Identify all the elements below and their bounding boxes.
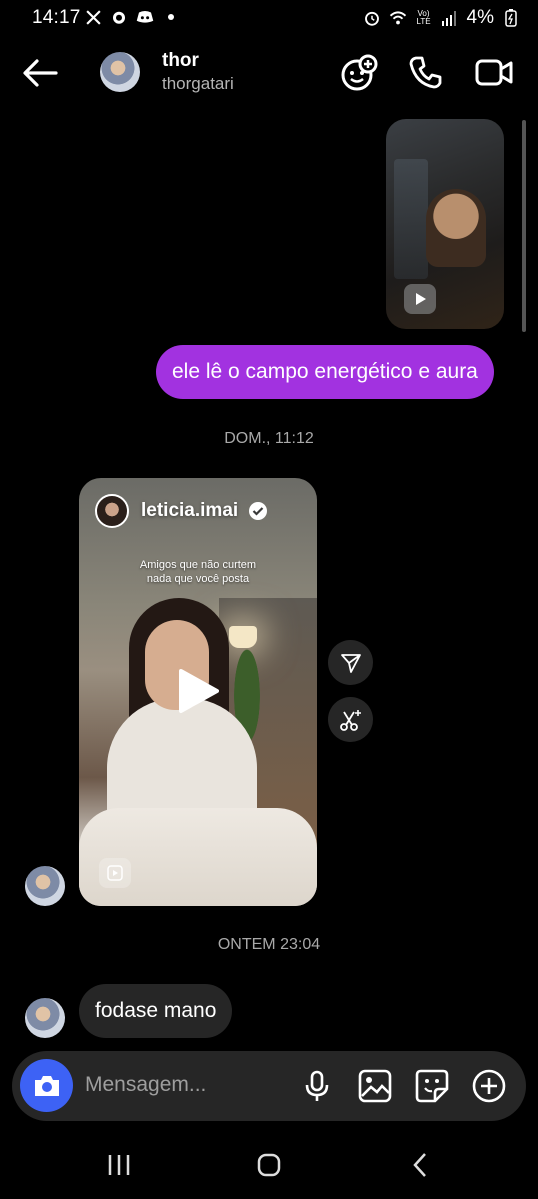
reel-author-name[interactable]: leticia.imai [141, 500, 238, 522]
x-app-icon [84, 8, 102, 26]
reel-play-icon[interactable] [177, 668, 219, 714]
scrollbar[interactable] [522, 120, 526, 332]
send-icon [340, 653, 361, 673]
scissors-sparkle-icon [339, 709, 361, 731]
share-reel-button[interactable] [328, 640, 373, 685]
home-button[interactable] [254, 1150, 284, 1180]
contact-avatar-small[interactable] [25, 998, 65, 1038]
camera-button[interactable] [20, 1059, 73, 1112]
chevron-left-icon [413, 1153, 426, 1177]
alarm-icon [363, 9, 381, 27]
video-camera-icon [475, 59, 513, 86]
reel-caption: Amigos que não curtem nada que você post… [139, 559, 257, 585]
message-timestamp: ONTEM 23:04 [217, 936, 321, 953]
reel-author-avatar[interactable] [95, 494, 129, 528]
contact-username[interactable]: thorgatari [162, 74, 234, 94]
contact-name[interactable]: thor [162, 50, 199, 72]
system-back-button[interactable] [406, 1150, 436, 1180]
video-call-button[interactable] [474, 54, 514, 94]
signal-icon [441, 9, 459, 27]
alarm-notification-icon [110, 8, 128, 26]
home-icon [257, 1153, 281, 1177]
battery-icon [502, 9, 520, 27]
sticker-icon [415, 1069, 449, 1103]
more-options-button[interactable] [472, 1069, 506, 1103]
microphone-icon [305, 1070, 329, 1101]
status-time: 14:17 [32, 7, 81, 28]
back-button[interactable] [20, 56, 60, 90]
sent-message-bubble[interactable]: ele lê o campo energético e aura [156, 345, 494, 399]
gallery-button[interactable] [358, 1069, 392, 1103]
network-label: Vo) LTE [416, 9, 431, 26]
message-timestamp: DOM., 11:12 [224, 430, 314, 447]
battery-percent: 4% [466, 7, 494, 28]
sent-video-message[interactable] [386, 119, 504, 329]
wifi-icon [389, 9, 407, 27]
phone-icon [409, 56, 442, 89]
voice-message-button[interactable] [300, 1069, 334, 1103]
contact-avatar-small[interactable] [25, 866, 65, 906]
recent-apps-button[interactable] [104, 1150, 134, 1180]
add-sticker-emoji-button[interactable] [340, 54, 380, 94]
audio-call-button[interactable] [408, 54, 448, 94]
verified-badge-icon [249, 502, 267, 520]
image-icon [358, 1069, 392, 1103]
message-input[interactable]: Mensagem... [85, 1073, 206, 1097]
message-composer: Mensagem... [12, 1051, 526, 1121]
reels-icon [107, 865, 123, 881]
contact-avatar[interactable] [100, 52, 140, 92]
reel-badge [99, 858, 131, 888]
remix-reel-button[interactable] [328, 697, 373, 742]
received-message-bubble[interactable]: fodase mano [79, 984, 233, 1038]
system-nav-bar [0, 1130, 538, 1199]
status-bar: 14:17 Vo) LTE 4% [0, 0, 538, 36]
sticker-button[interactable] [415, 1069, 449, 1103]
more-notifications-dot-icon [162, 8, 180, 26]
discord-icon [136, 8, 154, 26]
arrow-left-icon [23, 59, 58, 87]
chat-header: thor thorgatari [0, 40, 538, 106]
emoji-plus-icon [341, 54, 378, 91]
shared-reel[interactable]: leticia.imai Amigos que não curtem nada … [79, 478, 317, 906]
play-icon [416, 293, 426, 305]
camera-icon [34, 1075, 59, 1096]
video-play-badge [404, 284, 436, 314]
plus-circle-icon [472, 1069, 506, 1103]
recent-apps-icon [108, 1155, 130, 1175]
